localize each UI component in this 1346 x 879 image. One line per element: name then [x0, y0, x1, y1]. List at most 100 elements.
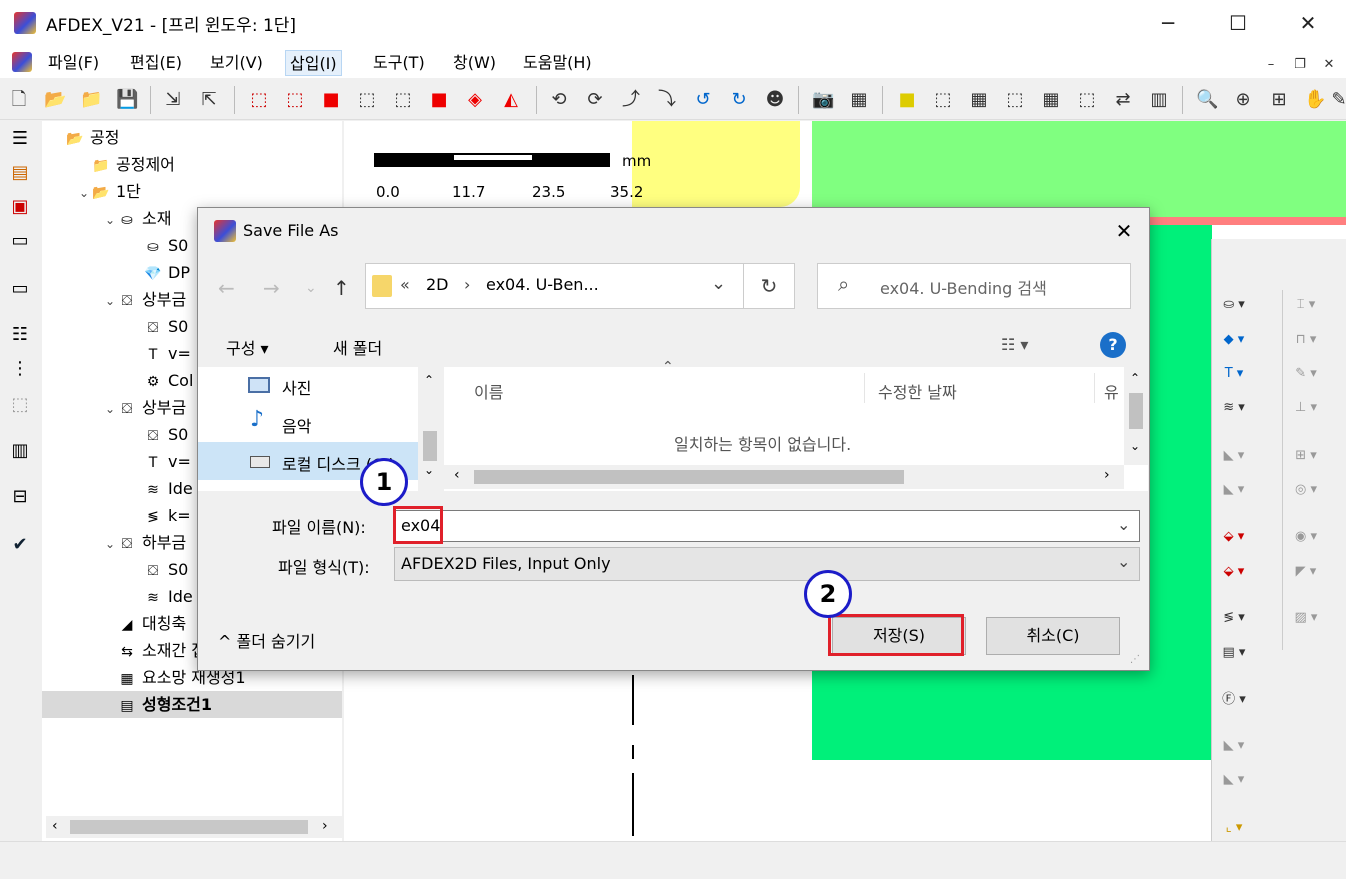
gray-tool-3-icon[interactable]: ◣ ▾: [1216, 734, 1252, 758]
filename-dropdown-icon[interactable]: ⌄: [1117, 515, 1130, 534]
file-list-hscrollbar[interactable]: ‹ ›: [444, 465, 1124, 489]
tree-expand-icon[interactable]: ⌄: [102, 396, 118, 423]
ch-tool-icon[interactable]: ⬙ ▾: [1216, 560, 1252, 584]
file-list-vscrollbar[interactable]: ⌃ ⌄: [1124, 367, 1148, 465]
resize-grip-icon[interactable]: ⋰: [1130, 654, 1140, 665]
box-icon[interactable]: ⬚: [7, 392, 33, 418]
camera-icon[interactable]: 📷: [812, 88, 834, 112]
cube-iso-icon[interactable]: ◈: [464, 88, 486, 112]
maximize-button[interactable]: ☐: [1218, 8, 1258, 38]
list-icon[interactable]: ☷: [7, 322, 33, 348]
new-folder-button[interactable]: 새 폴더: [333, 335, 382, 359]
cancel-button[interactable]: 취소(C): [986, 617, 1120, 655]
menu-file[interactable]: 파일(F): [44, 50, 103, 76]
address-bar[interactable]: « 2D › ex04. U-Ben... ⌄: [365, 263, 795, 309]
palette-icon[interactable]: ▦: [848, 88, 870, 112]
column-type[interactable]: 유: [1104, 379, 1119, 403]
gray-frame-icon[interactable]: ⌶ ▾: [1288, 293, 1324, 317]
monitor-icon[interactable]: ▭: [7, 228, 33, 254]
gray-pin-icon[interactable]: ⊥ ▾: [1288, 396, 1324, 420]
filename-input[interactable]: ex04 ⌄: [394, 510, 1140, 542]
address-part-2d[interactable]: 2D: [426, 275, 449, 294]
cube-front-icon[interactable]: ⬚: [284, 88, 306, 112]
l-tool-icon[interactable]: ⌞ ▾: [1216, 816, 1252, 840]
search-box[interactable]: ⌕ ex04. U-Bending 검색: [817, 263, 1131, 309]
rotate-left-icon[interactable]: ⟲: [548, 88, 570, 112]
gray-shape-icon[interactable]: ◤ ▾: [1288, 560, 1324, 584]
zoom-window-icon[interactable]: 🔍: [1196, 88, 1218, 112]
zoom-in-icon[interactable]: ⊕: [1232, 88, 1254, 112]
organize-button[interactable]: 구성 ▾: [226, 335, 269, 359]
gray-tool-1-icon[interactable]: ◣ ▾: [1216, 444, 1252, 468]
tree-expand-icon[interactable]: ⌄: [76, 180, 92, 207]
gray-tool-4-icon[interactable]: ◣ ▾: [1216, 768, 1252, 792]
hierarchy-icon[interactable]: ⋮: [7, 356, 33, 382]
close-button[interactable]: ✕: [1288, 8, 1328, 38]
tree-expand-icon[interactable]: ⌄: [102, 531, 118, 558]
tree-expand-icon[interactable]: ⌄: [102, 288, 118, 315]
mdi-close-button[interactable]: ✕: [1316, 54, 1342, 76]
menu-view[interactable]: 보기(V): [206, 50, 267, 76]
check-icon[interactable]: ✔: [7, 532, 33, 558]
cube-stack-icon[interactable]: ▥: [1148, 88, 1170, 112]
minimize-button[interactable]: ─: [1148, 8, 1188, 38]
material-tool-icon[interactable]: ⛀ ▾: [1216, 293, 1252, 317]
nav-scrollbar[interactable]: ⌃ ⌄: [418, 367, 442, 491]
wl-tool-icon[interactable]: ▤ ▾: [1216, 641, 1252, 665]
open-icon[interactable]: 📁: [80, 88, 102, 112]
export-icon[interactable]: ⇱: [198, 88, 220, 112]
rotate-down-icon[interactable]: ⤵: [656, 88, 678, 112]
new-file-icon[interactable]: 🗋: [8, 88, 30, 112]
tree-expand-icon[interactable]: ⌄: [102, 207, 118, 234]
column-name[interactable]: 이름: [474, 379, 503, 403]
cube-outline-icon[interactable]: ⬚: [932, 88, 954, 112]
gray-eye-icon[interactable]: ◉ ▾: [1288, 525, 1324, 549]
display-color-icon[interactable]: ▣: [7, 194, 33, 220]
mdi-restore-button[interactable]: ❐: [1287, 54, 1313, 76]
forward-button[interactable]: →: [263, 276, 280, 300]
gray-die-icon[interactable]: ⊞ ▾: [1288, 444, 1324, 468]
import-icon[interactable]: ⇲: [162, 88, 184, 112]
hammer-tool-icon[interactable]: T ▾: [1216, 362, 1252, 386]
tree-item[interactable]: ▤ 성형조건1: [42, 691, 342, 718]
gray-ring-icon[interactable]: ◎ ▾: [1288, 478, 1324, 502]
hide-folders-button[interactable]: ^ 폴더 숨기기: [218, 628, 315, 652]
panel-icon[interactable]: ▥: [7, 438, 33, 464]
cube-mesh-icon[interactable]: ⬚: [1004, 88, 1026, 112]
yellow-cube-icon[interactable]: ■: [896, 88, 918, 112]
swap-icon[interactable]: ⇄: [1112, 88, 1134, 112]
filetype-select[interactable]: AFDEX2D Files, Input Only ⌄: [394, 547, 1140, 581]
back-button[interactable]: ←: [218, 276, 235, 300]
save-icon[interactable]: 💾: [116, 88, 138, 112]
tree-item[interactable]: 📁 공정제어: [42, 151, 342, 178]
recent-locations-dropdown[interactable]: ⌄: [305, 280, 317, 296]
diamond-tool-icon[interactable]: ◆ ▾: [1216, 328, 1252, 352]
sh-tool-icon[interactable]: ≶ ▾: [1216, 606, 1252, 630]
spring-tool-icon[interactable]: ≋ ▾: [1216, 396, 1252, 420]
head-view-icon[interactable]: ☻: [764, 88, 786, 112]
cube-side-icon[interactable]: ■: [428, 88, 450, 112]
mdi-minimize-button[interactable]: –: [1258, 54, 1284, 76]
stack-icon[interactable]: ▤: [7, 160, 33, 186]
view-options-button[interactable]: ☷ ▾: [1001, 335, 1028, 354]
address-part-folder[interactable]: ex04. U-Ben...: [486, 275, 599, 294]
cube-top-icon[interactable]: ⬚: [392, 88, 414, 112]
cube-dense-icon[interactable]: ▦: [1040, 88, 1062, 112]
monitor2-icon[interactable]: ▭: [7, 276, 33, 302]
spin-ccw-icon[interactable]: ↺: [692, 88, 714, 112]
gray-press-icon[interactable]: ⊓ ▾: [1288, 328, 1324, 352]
column-modified[interactable]: 수정한 날짜: [878, 379, 957, 403]
tool-icon[interactable]: ✎: [1328, 88, 1346, 112]
gray-pen-icon[interactable]: ✎ ▾: [1288, 362, 1324, 386]
gray-tool-2-icon[interactable]: ◣ ▾: [1216, 478, 1252, 502]
menu-window[interactable]: 창(W): [449, 50, 500, 76]
f-tool-icon[interactable]: Ⓕ ▾: [1216, 688, 1252, 712]
cube-plain-icon[interactable]: ⬚: [1076, 88, 1098, 112]
nav-item-music[interactable]: 음악: [282, 413, 311, 437]
address-overflow[interactable]: «: [400, 275, 410, 294]
cube-grid-icon[interactable]: ▦: [968, 88, 990, 112]
nav-item-pictures[interactable]: 사진: [282, 375, 311, 399]
open-folder-icon[interactable]: 📂: [44, 88, 66, 112]
node-icon[interactable]: ⊟: [7, 484, 33, 510]
zoom-fit-icon[interactable]: ⊞: [1268, 88, 1290, 112]
